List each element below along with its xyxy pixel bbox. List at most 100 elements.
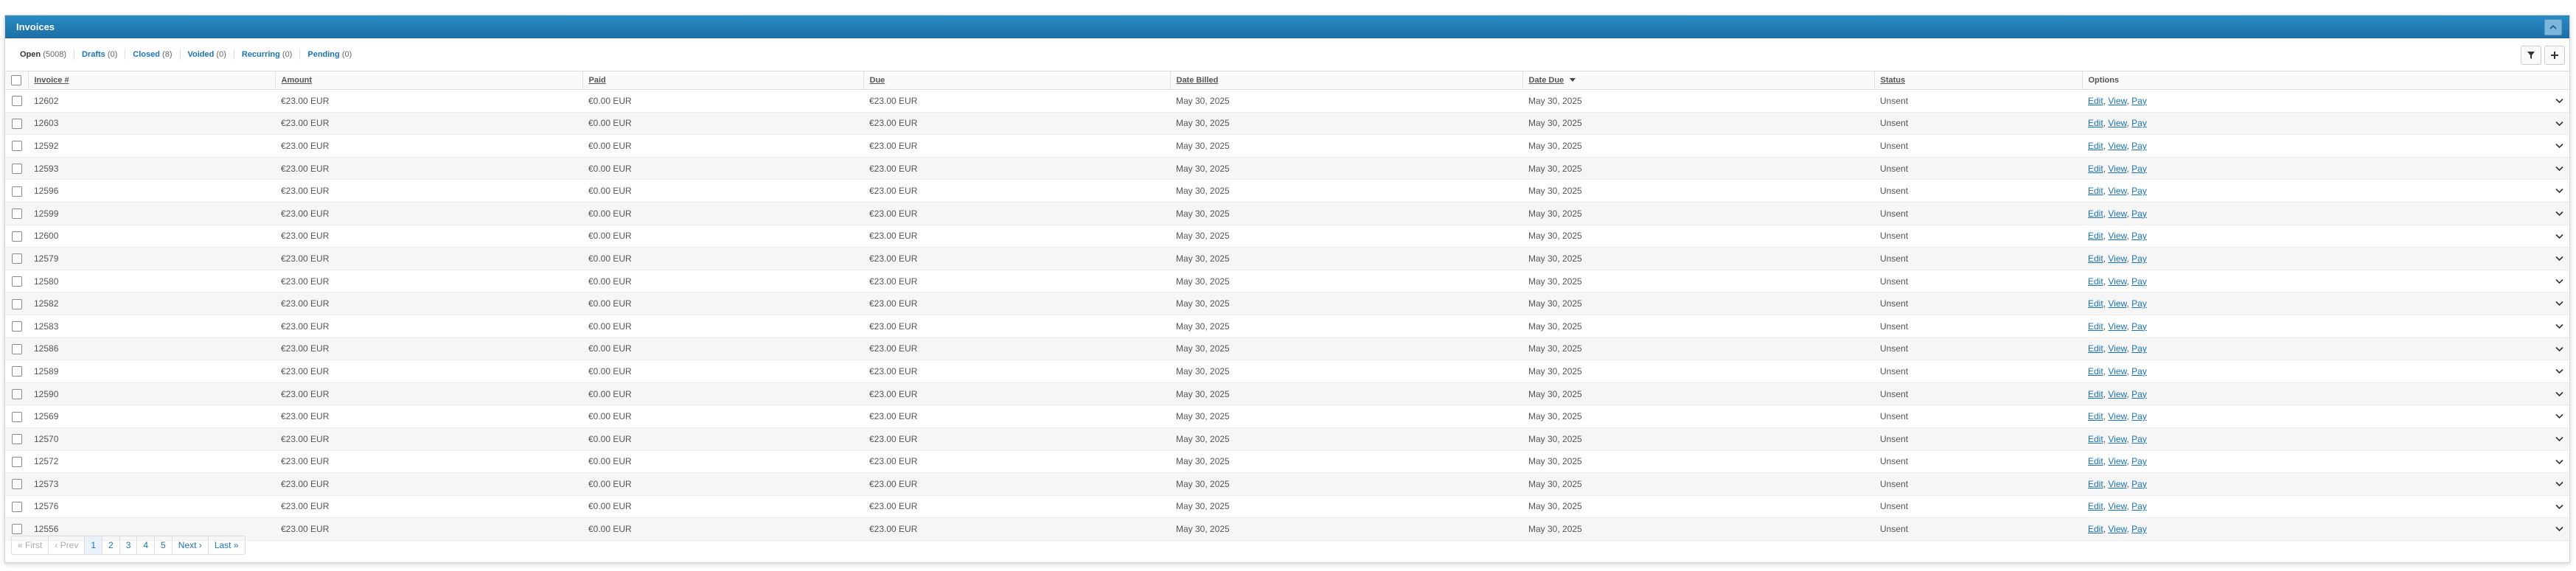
edit-link[interactable]: Edit: [2088, 389, 2103, 399]
view-link[interactable]: View: [2108, 96, 2126, 106]
pay-link[interactable]: Pay: [2131, 434, 2147, 444]
edit-link[interactable]: Edit: [2088, 366, 2103, 376]
tab-drafts[interactable]: Drafts (0): [73, 49, 125, 60]
tab-voided[interactable]: Voided (0): [179, 49, 234, 60]
page-3-button[interactable]: 3: [119, 536, 137, 554]
col-paid[interactable]: Paid: [582, 71, 863, 90]
chevron-down-icon[interactable]: [2555, 368, 2563, 374]
edit-link[interactable]: Edit: [2088, 343, 2103, 354]
chevron-down-icon[interactable]: [2555, 436, 2563, 442]
view-link[interactable]: View: [2108, 321, 2126, 332]
edit-link[interactable]: Edit: [2088, 141, 2103, 151]
page-4-button[interactable]: 4: [136, 536, 154, 554]
col-status[interactable]: Status: [1873, 71, 2082, 90]
chevron-down-icon[interactable]: [2555, 234, 2563, 239]
pay-link[interactable]: Pay: [2131, 231, 2147, 241]
pay-link[interactable]: Pay: [2131, 209, 2147, 219]
chevron-down-icon[interactable]: [2555, 481, 2563, 487]
add-invoice-button[interactable]: [2544, 46, 2565, 65]
edit-link[interactable]: Edit: [2088, 186, 2103, 196]
chevron-down-icon[interactable]: [2555, 121, 2563, 127]
pay-link[interactable]: Pay: [2131, 411, 2147, 421]
pay-link[interactable]: Pay: [2131, 298, 2147, 309]
edit-link[interactable]: Edit: [2088, 411, 2103, 421]
row-checkbox[interactable]: [11, 411, 22, 422]
pay-link[interactable]: Pay: [2131, 456, 2147, 466]
view-link[interactable]: View: [2108, 343, 2126, 354]
edit-link[interactable]: Edit: [2088, 501, 2103, 511]
view-link[interactable]: View: [2108, 501, 2126, 511]
chevron-down-icon[interactable]: [2555, 504, 2563, 510]
chevron-down-icon[interactable]: [2555, 413, 2563, 419]
row-checkbox[interactable]: [11, 186, 22, 197]
pay-link[interactable]: Pay: [2131, 253, 2147, 264]
pay-link[interactable]: Pay: [2131, 96, 2147, 106]
chevron-down-icon[interactable]: [2555, 188, 2563, 194]
col-invoice-number[interactable]: Invoice #: [27, 71, 275, 90]
edit-link[interactable]: Edit: [2088, 524, 2103, 534]
row-checkbox[interactable]: [11, 163, 22, 174]
row-checkbox[interactable]: [11, 209, 22, 220]
view-link[interactable]: View: [2108, 186, 2126, 196]
view-link[interactable]: View: [2108, 434, 2126, 444]
col-date-billed[interactable]: Date Billed: [1169, 71, 1522, 90]
row-checkbox[interactable]: [11, 276, 22, 287]
chevron-down-icon[interactable]: [2555, 166, 2563, 172]
chevron-down-icon[interactable]: [2555, 211, 2563, 217]
edit-link[interactable]: Edit: [2088, 231, 2103, 241]
pay-link[interactable]: Pay: [2131, 164, 2147, 174]
pay-link[interactable]: Pay: [2131, 276, 2147, 287]
view-link[interactable]: View: [2108, 141, 2126, 151]
col-amount[interactable]: Amount: [274, 71, 582, 90]
col-due[interactable]: Due: [863, 71, 1170, 90]
tab-recurring[interactable]: Recurring (0): [233, 49, 299, 60]
row-checkbox[interactable]: [11, 298, 22, 309]
view-link[interactable]: View: [2108, 479, 2126, 489]
pay-link[interactable]: Pay: [2131, 186, 2147, 196]
edit-link[interactable]: Edit: [2088, 96, 2103, 106]
chevron-down-icon[interactable]: [2555, 143, 2563, 149]
next-page-button[interactable]: Next ›: [171, 536, 208, 554]
chevron-down-icon[interactable]: [2555, 301, 2563, 306]
page-5-button[interactable]: 5: [154, 536, 172, 554]
edit-link[interactable]: Edit: [2088, 321, 2103, 332]
pay-link[interactable]: Pay: [2131, 389, 2147, 399]
pay-link[interactable]: Pay: [2131, 524, 2147, 534]
row-checkbox[interactable]: [11, 524, 22, 535]
edit-link[interactable]: Edit: [2088, 298, 2103, 309]
pay-link[interactable]: Pay: [2131, 321, 2147, 332]
chevron-down-icon[interactable]: [2555, 98, 2563, 104]
edit-link[interactable]: Edit: [2088, 118, 2103, 128]
pay-link[interactable]: Pay: [2131, 479, 2147, 489]
row-checkbox[interactable]: [11, 141, 22, 152]
view-link[interactable]: View: [2108, 164, 2126, 174]
col-date-due[interactable]: Date Due: [1522, 71, 1874, 90]
view-link[interactable]: View: [2108, 298, 2126, 309]
view-link[interactable]: View: [2108, 524, 2126, 534]
edit-link[interactable]: Edit: [2088, 456, 2103, 466]
filter-button[interactable]: [2521, 46, 2541, 65]
edit-link[interactable]: Edit: [2088, 209, 2103, 219]
pay-link[interactable]: Pay: [2131, 366, 2147, 376]
row-checkbox[interactable]: [11, 321, 22, 332]
pay-link[interactable]: Pay: [2131, 141, 2147, 151]
chevron-down-icon[interactable]: [2555, 459, 2563, 465]
view-link[interactable]: View: [2108, 209, 2126, 219]
chevron-down-icon[interactable]: [2555, 279, 2563, 284]
page-1-button[interactable]: 1: [84, 536, 102, 554]
chevron-down-icon[interactable]: [2555, 391, 2563, 397]
view-link[interactable]: View: [2108, 253, 2126, 264]
view-link[interactable]: View: [2108, 366, 2126, 376]
row-checkbox[interactable]: [11, 343, 22, 354]
row-checkbox[interactable]: [11, 456, 22, 467]
edit-link[interactable]: Edit: [2088, 479, 2103, 489]
view-link[interactable]: View: [2108, 231, 2126, 241]
edit-link[interactable]: Edit: [2088, 434, 2103, 444]
last-page-button[interactable]: Last »: [207, 536, 245, 554]
page-2-button[interactable]: 2: [102, 536, 119, 554]
tab-pending[interactable]: Pending (0): [299, 49, 359, 60]
chevron-down-icon[interactable]: [2555, 256, 2563, 262]
row-checkbox[interactable]: [11, 479, 22, 490]
row-checkbox[interactable]: [11, 501, 22, 512]
edit-link[interactable]: Edit: [2088, 276, 2103, 287]
